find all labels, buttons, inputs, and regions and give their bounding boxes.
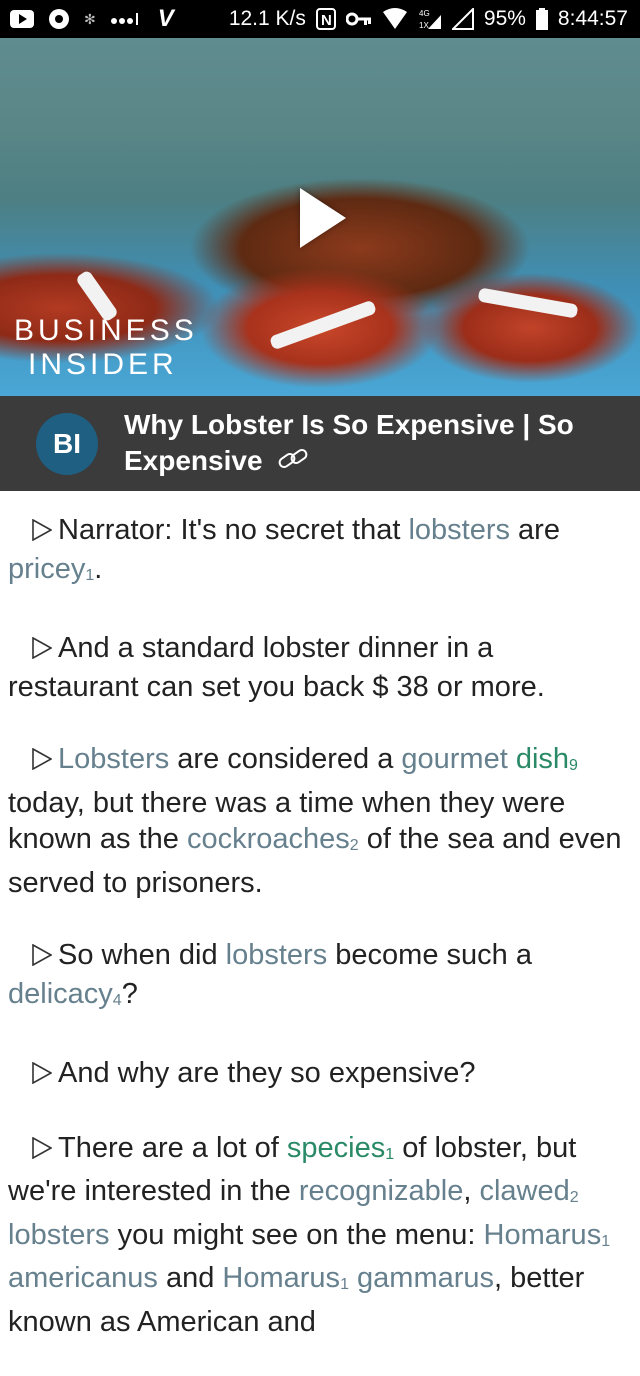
keyword[interactable]: cockroaches bbox=[187, 823, 350, 855]
nfc-icon: N bbox=[315, 8, 336, 30]
v-icon: V bbox=[157, 5, 174, 32]
keyword[interactable]: lobsters bbox=[408, 514, 510, 546]
keyword[interactable]: pricey bbox=[8, 553, 85, 585]
play-line-icon[interactable] bbox=[32, 1132, 53, 1169]
transcript-paragraph[interactable]: So when did lobsters become such a delic… bbox=[8, 937, 628, 1019]
play-line-icon[interactable] bbox=[32, 514, 53, 551]
key-icon bbox=[345, 12, 372, 26]
svg-text:4G: 4G bbox=[419, 9, 430, 18]
claw-band bbox=[477, 287, 579, 319]
keyword[interactable]: gourmet bbox=[401, 743, 507, 775]
svg-text:N: N bbox=[321, 12, 332, 29]
wifi-icon bbox=[382, 8, 408, 30]
play-line-icon[interactable] bbox=[32, 632, 53, 669]
keyword[interactable]: delicacy bbox=[8, 978, 113, 1010]
claw-band bbox=[268, 299, 378, 351]
link-icon[interactable] bbox=[278, 444, 310, 480]
signal-dots-icon bbox=[110, 12, 144, 26]
transcript-paragraph[interactable]: There are a lot of species1 of lobster, … bbox=[8, 1130, 628, 1341]
play-line-icon[interactable] bbox=[32, 1057, 53, 1094]
chrome-icon bbox=[48, 8, 70, 30]
keyword[interactable]: americanus bbox=[8, 1262, 158, 1294]
battery-icon bbox=[535, 8, 548, 30]
network-speed: 12.1 K/s bbox=[228, 7, 306, 30]
svg-text:1X: 1X bbox=[419, 21, 429, 30]
video-title[interactable]: Why Lobster Is So Expensive | So Expensi… bbox=[124, 407, 620, 481]
keyword[interactable]: Homarus bbox=[484, 1219, 602, 1251]
video-player[interactable]: BUSINESS INSIDER bbox=[0, 38, 640, 396]
battery-percent: 95% bbox=[483, 7, 526, 30]
keyword[interactable]: gammarus bbox=[357, 1262, 494, 1294]
keyword[interactable]: Homarus bbox=[222, 1262, 340, 1294]
keyword[interactable]: lobsters bbox=[226, 939, 328, 971]
transcript-paragraph[interactable]: And a standard lobster dinner in a resta… bbox=[8, 630, 628, 705]
keyword[interactable]: lobsters bbox=[8, 1219, 110, 1251]
keyword[interactable]: dish bbox=[516, 743, 569, 775]
status-bar: ✻ V 12.1 K/s N 4G 1X 95% 8:44:57 bbox=[0, 0, 640, 38]
play-line-icon[interactable] bbox=[32, 743, 53, 780]
video-brand-watermark: BUSINESS INSIDER bbox=[14, 314, 198, 381]
keyword[interactable]: Lobsters bbox=[58, 743, 169, 775]
youtube-icon bbox=[10, 10, 34, 28]
signal-icon bbox=[451, 8, 474, 30]
bluetooth-icon: ✻ bbox=[84, 10, 96, 27]
transcript-paragraph[interactable]: Lobsters are considered a gourmet dish9 … bbox=[8, 741, 628, 901]
clock: 8:44:57 bbox=[557, 7, 628, 30]
channel-avatar[interactable]: BI bbox=[36, 412, 98, 475]
keyword[interactable]: recognizable bbox=[299, 1175, 463, 1207]
transcript-paragraph[interactable]: And why are they so expensive? bbox=[8, 1055, 628, 1094]
play-line-icon[interactable] bbox=[32, 939, 53, 976]
keyword[interactable]: species bbox=[287, 1132, 385, 1164]
play-icon[interactable] bbox=[300, 188, 346, 248]
transcript-paragraph[interactable]: Narrator: It's no secret that lobsters a… bbox=[8, 512, 628, 594]
video-title-bar: BI Why Lobster Is So Expensive | So Expe… bbox=[0, 396, 640, 491]
keyword[interactable]: clawed bbox=[479, 1175, 569, 1207]
4g-icon: 4G 1X bbox=[418, 7, 442, 31]
transcript: Narrator: It's no secret that lobsters a… bbox=[8, 512, 628, 1376]
